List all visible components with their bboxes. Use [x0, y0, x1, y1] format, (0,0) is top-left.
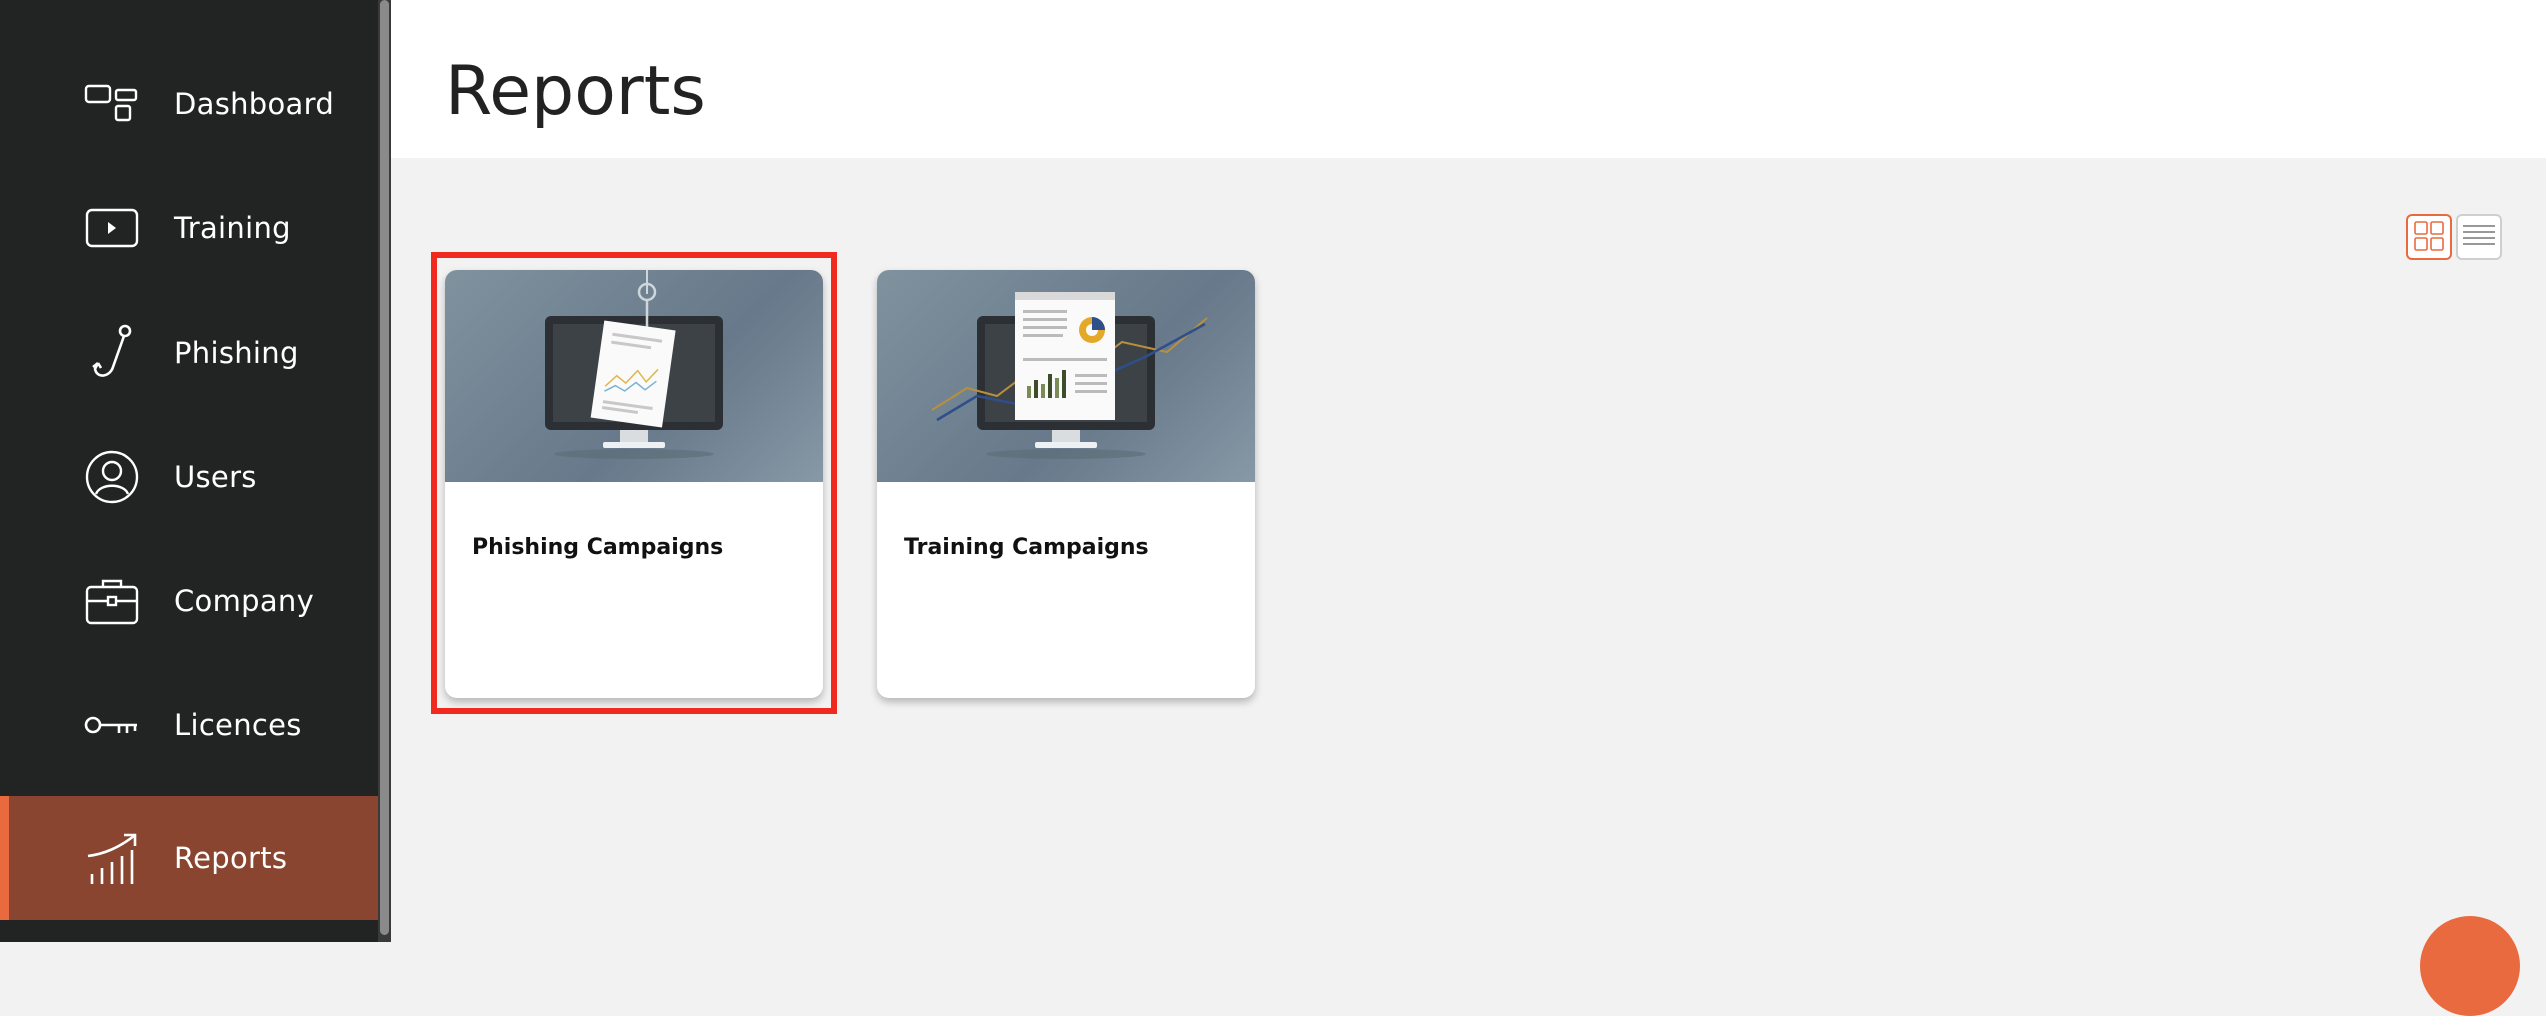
sidebar: Dashboard Training Phishing Users Compan…	[0, 0, 378, 942]
list-view-icon	[2462, 222, 2496, 253]
sidebar-item-dashboard[interactable]: Dashboard	[0, 42, 378, 166]
sidebar-item-label: Company	[174, 584, 315, 618]
user-icon	[82, 447, 142, 507]
report-card-training-campaigns[interactable]: Training Campaigns	[877, 270, 1255, 698]
page-header: Reports	[391, 0, 2546, 158]
report-card-phishing-campaigns[interactable]: Phishing Campaigns	[445, 270, 823, 698]
sidebar-item-company[interactable]: Company	[0, 539, 378, 663]
sidebar-item-licences[interactable]: Licences	[0, 663, 378, 787]
sidebar-item-phishing[interactable]: Phishing	[0, 291, 378, 415]
card-title: Phishing Campaigns	[472, 535, 724, 560]
page-title: Reports	[445, 52, 706, 131]
card-title: Training Campaigns	[904, 535, 1149, 560]
sidebar-item-label: Reports	[174, 841, 288, 875]
sidebar-item-users[interactable]: Users	[0, 415, 378, 539]
list-view-button[interactable]	[2456, 214, 2502, 260]
dashboard-icon	[82, 74, 142, 134]
sidebar-scrollbar[interactable]	[378, 0, 391, 942]
view-toggle	[2406, 214, 2502, 260]
grid-view-button[interactable]	[2406, 214, 2452, 260]
monitor-report-chart-illustration	[877, 270, 1255, 482]
play-icon	[82, 198, 142, 258]
trend-chart-icon	[82, 828, 142, 888]
sidebar-item-label: Dashboard	[174, 87, 335, 121]
scrollbar-thumb[interactable]	[380, 0, 389, 935]
sidebar-item-label: Training	[174, 211, 291, 245]
briefcase-icon	[82, 571, 142, 631]
sidebar-item-reports[interactable]: Reports	[0, 796, 378, 920]
grid-view-icon	[2413, 220, 2445, 255]
hook-icon	[82, 323, 142, 383]
sidebar-item-label: Phishing	[174, 336, 299, 370]
sidebar-item-label: Licences	[174, 708, 302, 742]
sidebar-item-training[interactable]: Training	[0, 166, 378, 290]
key-icon	[82, 695, 142, 755]
sidebar-item-label: Users	[174, 460, 257, 494]
monitor-hooked-report-illustration	[445, 270, 823, 482]
floating-action-button[interactable]	[2420, 916, 2520, 1016]
